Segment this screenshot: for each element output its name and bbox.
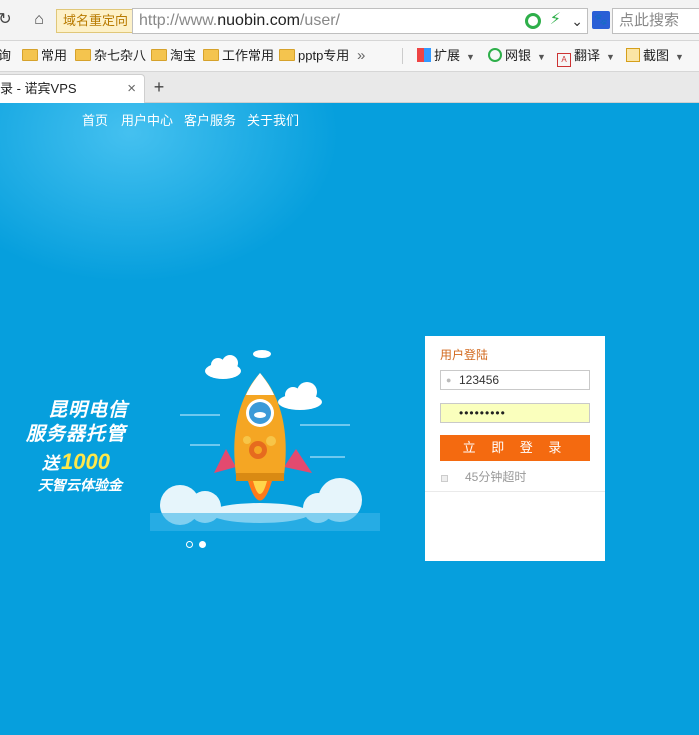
toolbar-translate-button[interactable]: A 翻译 ▼ [557,41,615,71]
url-text: http://www.nuobin.com/user/ [139,9,340,33]
password-field[interactable]: ••••••••• [440,403,590,423]
page-content: 首页 用户中心 客户服务 关于我们 昆明电信 服务器托管 送1000 天智云体验… [0,103,699,735]
nav-customer-service[interactable]: 客户服务 [184,111,236,131]
folder-icon [75,49,91,61]
bookmark-label: 常用 [41,48,68,63]
promo-offer-number: 1000 [61,449,110,474]
bookmark-folder[interactable]: 杂七杂八 [75,41,146,71]
url-host: nuobin.com [217,12,300,29]
security-check-icon[interactable] [525,13,541,29]
folder-icon [22,49,38,61]
bookmark-folder[interactable]: 工作常用 [203,41,274,71]
lightning-icon[interactable]: ⚡ [550,11,561,29]
new-tab-button[interactable]: + [150,74,168,100]
bookmark-item[interactable]: 询 [0,41,11,71]
bookmark-label: pptp专用 [298,48,350,63]
home-icon[interactable]: ⌂ [28,9,50,31]
carousel-dot-1[interactable] [186,541,193,548]
user-icon: ● [446,375,452,385]
address-bar: ↻ ⌂ 域名重定向 http://www.nuobin.com/user/ ⚡ … [0,0,699,41]
bookmark-folder[interactable]: 淘宝 [151,41,196,71]
toolbar-extensions-button[interactable]: 扩展 ▼ [417,41,475,71]
bookmark-label: 工作常用 [222,48,275,63]
toolbar-label: 网银 [505,48,532,63]
rocket-illustration [150,350,380,531]
username-field[interactable]: ● 123456 [440,370,590,390]
folder-icon [279,49,295,61]
caret-down-icon[interactable]: ▼ [606,42,615,72]
carousel-dot-2[interactable] [199,541,206,548]
login-button[interactable]: 立 即 登 录 [440,435,590,461]
translate-icon: A [557,53,571,67]
scissors-icon [626,48,640,62]
nav-user-center[interactable]: 用户中心 [121,111,173,131]
more-bookmarks-icon[interactable]: » [357,41,365,71]
shield-icon [488,48,502,62]
search-input[interactable]: 点此搜索 [612,8,699,34]
url-prefix: http://www. [139,12,218,29]
bookmark-label: 询 [0,48,12,63]
divider [402,48,403,64]
login-title: 用户登陆 [440,348,489,362]
promo-offer-desc: 天智云体验金 [38,477,122,493]
nav-about-us[interactable]: 关于我们 [247,111,299,131]
caret-down-icon[interactable]: ▼ [537,42,546,72]
url-path: /user/ [299,12,340,29]
toolbar-label: 翻译 [574,48,601,63]
toolbar-label: 扩展 [434,48,461,63]
nav-home[interactable]: 首页 [82,111,108,131]
promo-offer: 送1000 [42,449,110,475]
extension-grid-icon [417,48,431,62]
folder-icon [203,49,219,61]
promo-offer-prefix: 送 [42,454,59,473]
bookmark-folder[interactable]: pptp专用 [279,41,349,71]
caret-down-icon[interactable]: ▼ [675,42,684,72]
login-card: 用户登陆 ● 123456 ••••••••• 立 即 登 录 45分钟超时 [425,336,605,561]
toolbar-bank-button[interactable]: 网银 ▼ [488,41,546,71]
password-value: ••••••••• [459,406,506,420]
refresh-icon[interactable]: ↻ [0,9,16,31]
tab-strip: 录 - 诺宾VPS × + [0,72,699,103]
baidu-paw-icon[interactable]: 🐾 [592,11,610,29]
folder-icon [151,49,167,61]
timeout-label: 45分钟超时 [465,470,527,484]
toolbar-label: 截图 [643,48,670,63]
promo-title: 昆明电信 [48,400,129,421]
bookmark-folder[interactable]: 常用 [22,41,67,71]
chevron-down-icon[interactable]: ⌄ [571,11,583,31]
divider [425,491,605,492]
toolbar-screenshot-button[interactable]: 截图 ▼ [626,41,684,71]
bookmarks-bar: 询 常用 杂七杂八 淘宝 工作常用 pptp专用 » 扩展 ▼ 网银 ▼ A 翻译 ▼ … [0,41,699,72]
bookmark-label: 淘宝 [170,48,197,63]
username-value: 123456 [459,373,500,387]
bookmark-label: 杂七杂八 [94,48,147,63]
url-input[interactable]: http://www.nuobin.com/user/ ⚡ ⌄ [132,8,588,34]
search-placeholder: 点此搜索 [619,12,680,29]
promo-subtitle: 服务器托管 [26,424,127,445]
tab-active[interactable]: 录 - 诺宾VPS × [0,74,145,103]
close-icon[interactable]: × [127,75,136,103]
caret-down-icon[interactable]: ▼ [466,42,475,72]
redirect-badge[interactable]: 域名重定向 [56,9,136,33]
tab-title: 录 - 诺宾VPS [0,81,77,96]
timeout-checkbox[interactable] [441,475,448,482]
